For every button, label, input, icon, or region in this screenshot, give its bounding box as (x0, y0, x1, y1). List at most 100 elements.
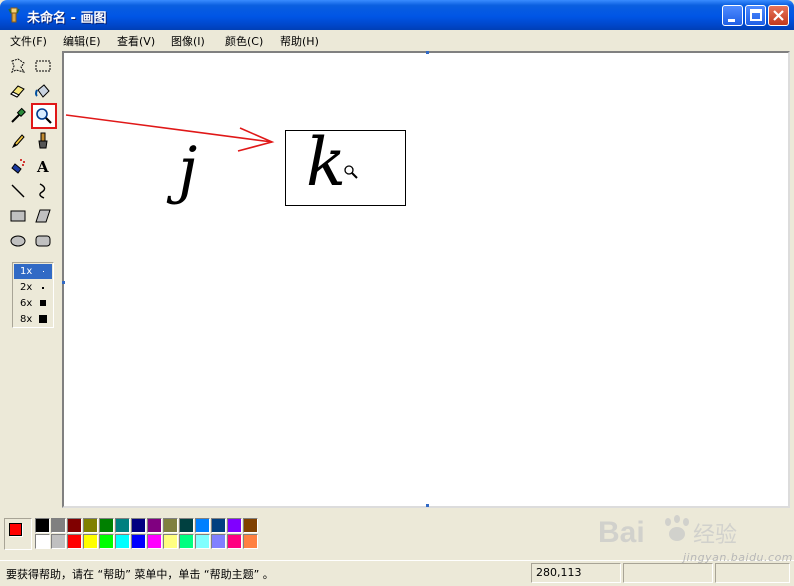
menu-colors[interactable]: 颜色(C) (225, 33, 263, 49)
minimize-icon (728, 19, 735, 22)
palette-color-swatch[interactable] (147, 518, 162, 533)
tool-rect-select[interactable] (31, 54, 55, 78)
zoom-dot-icon (40, 300, 46, 306)
zoom-preview-box: k (285, 125, 406, 206)
tool-free-form-select[interactable] (6, 54, 30, 78)
palette-color-swatch[interactable] (147, 534, 162, 549)
zoom-option-2x[interactable]: 2x (14, 280, 52, 295)
palette-color-swatch[interactable] (227, 518, 242, 533)
curve-icon (39, 183, 46, 199)
zoom-option-label: 1x (20, 266, 33, 277)
tool-magnifier[interactable] (31, 103, 57, 129)
palette-color-swatch[interactable] (51, 534, 66, 549)
tool-pencil[interactable] (6, 129, 30, 153)
close-icon (773, 10, 784, 21)
zoom-dot-icon (43, 271, 44, 272)
palette-color-swatch[interactable] (131, 518, 146, 533)
palette-color-swatch[interactable] (67, 518, 82, 533)
tool-line[interactable] (6, 179, 30, 203)
palette-color-swatch[interactable] (195, 534, 210, 549)
zoom-dot-icon (42, 287, 44, 289)
foreground-color-swatch[interactable] (9, 523, 22, 536)
eraser-icon (10, 85, 25, 98)
tool-eraser[interactable] (6, 79, 30, 103)
palette-color-swatch[interactable] (211, 518, 226, 533)
menu-edit[interactable]: 编辑(E) (63, 33, 101, 49)
zoom-preview-letter: k (306, 124, 346, 201)
svg-text:经验: 经验 (693, 523, 737, 548)
window-title: 未命名 - 画图 (27, 11, 107, 26)
canvas-resize-handle[interactable] (62, 281, 65, 284)
title-bar[interactable]: 未命名 - 画图 (0, 0, 794, 30)
menu-help[interactable]: 帮助(H) (280, 33, 319, 49)
palette-color-swatch[interactable] (179, 518, 194, 533)
palette-color-swatch[interactable] (35, 518, 50, 533)
zoom-dot-icon (39, 315, 47, 323)
status-bar: 要获得帮助，请在 “帮助” 菜单中，单击 “帮助主题” 。 280,113 (0, 560, 794, 586)
menu-image[interactable]: 图像(I) (171, 33, 205, 49)
status-coords: 280,113 (536, 566, 582, 579)
zoom-option-8x[interactable]: 8x (14, 312, 52, 327)
palette-color-swatch[interactable] (83, 518, 98, 533)
close-button[interactable] (768, 5, 789, 26)
tool-airbrush[interactable] (6, 154, 30, 178)
current-colors[interactable] (4, 518, 32, 550)
palette-color-swatch[interactable] (35, 534, 50, 549)
palette-color-swatch[interactable] (163, 518, 178, 533)
magnifier-cursor-icon (344, 165, 358, 179)
paint-app-icon[interactable] (6, 7, 22, 23)
status-size-pane (623, 563, 713, 583)
palette-color-swatch[interactable] (211, 534, 226, 549)
rectangle-icon (10, 210, 26, 222)
minimize-button[interactable] (722, 5, 743, 26)
canvas-resize-handle[interactable] (426, 504, 429, 507)
tool-brush[interactable] (31, 129, 55, 153)
palette-color-swatch[interactable] (243, 534, 258, 549)
palette-color-swatch[interactable] (99, 534, 114, 549)
palette-color-swatch[interactable] (67, 534, 82, 549)
maximize-button[interactable] (745, 5, 766, 26)
watermark-url: jingyan.baidu.com (683, 551, 794, 564)
brush-icon (38, 132, 48, 149)
menu-view[interactable]: 查看(V) (117, 33, 155, 49)
zoom-option-1x[interactable]: 1x (14, 264, 52, 279)
palette-color-swatch[interactable] (51, 518, 66, 533)
tool-rectangle[interactable] (6, 204, 30, 228)
zoom-option-label: 2x (20, 282, 33, 293)
palette-color-swatch[interactable] (115, 534, 130, 549)
zoom-options: 1x 2x 6x 8x (12, 262, 54, 328)
zoom-option-6x[interactable]: 6x (14, 296, 52, 311)
palette-color-swatch[interactable] (83, 534, 98, 549)
color-picker-icon (11, 107, 26, 123)
rect-select-icon (35, 60, 51, 72)
menu-file[interactable]: 文件(F) (10, 33, 47, 49)
canvas-resize-handle[interactable] (426, 51, 429, 54)
tool-rounded-rect[interactable] (31, 229, 55, 253)
tool-ellipse[interactable] (6, 229, 30, 253)
baidu-watermark-logo: Bai 经验 (598, 515, 737, 549)
airbrush-icon (11, 159, 25, 174)
palette-color-swatch[interactable] (99, 518, 114, 533)
palette-color-swatch[interactable] (115, 518, 130, 533)
drawing-canvas[interactable] (62, 51, 790, 508)
tool-curve[interactable] (31, 179, 55, 203)
free-form-select-icon (11, 58, 26, 73)
palette-color-swatch[interactable] (163, 534, 178, 549)
tool-fill[interactable] (31, 79, 55, 103)
tool-color-picker[interactable] (6, 104, 30, 128)
polygon-icon (35, 209, 51, 223)
palette-color-swatch[interactable] (131, 534, 146, 549)
maximize-icon (750, 9, 762, 21)
drawn-letter: j (178, 133, 198, 206)
palette-color-swatch[interactable] (179, 534, 194, 549)
zoom-option-label: 6x (20, 298, 33, 309)
tool-text[interactable]: A (31, 154, 55, 178)
line-icon (11, 184, 25, 198)
palette-color-swatch[interactable] (195, 518, 210, 533)
text-icon: A (36, 158, 49, 175)
palette-color-swatch[interactable] (243, 518, 258, 533)
tool-box: A 1x 2x 6x 8x (4, 54, 60, 504)
palette-color-swatch[interactable] (227, 534, 242, 549)
tool-polygon[interactable] (31, 204, 55, 228)
svg-text:A: A (36, 158, 49, 175)
